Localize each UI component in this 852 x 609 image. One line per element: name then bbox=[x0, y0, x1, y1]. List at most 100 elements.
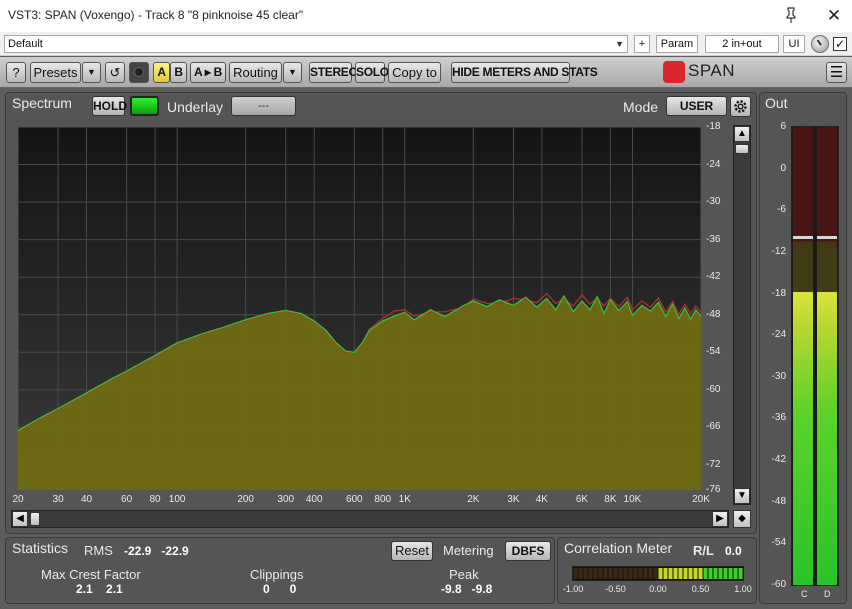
routing-dropdown-button[interactable]: ▼ bbox=[283, 62, 302, 83]
meter-scale-label: -42 bbox=[771, 454, 786, 466]
meter-channel-label: D bbox=[824, 589, 831, 599]
correlation-value: 0.0 bbox=[725, 544, 742, 558]
correlation-segment bbox=[623, 568, 628, 579]
correlation-channels: R/L bbox=[693, 543, 714, 558]
correlation-segment bbox=[678, 568, 683, 579]
x-tick-label: 4K bbox=[535, 494, 548, 505]
correlation-segment bbox=[703, 568, 708, 579]
close-window-button[interactable]: ✕ bbox=[822, 4, 846, 28]
x-tick-label: 40 bbox=[80, 494, 93, 505]
scroll-right-button[interactable]: ▶ bbox=[712, 511, 728, 527]
ab-copy-button[interactable]: A ▸ B bbox=[190, 62, 226, 83]
correlation-segment bbox=[593, 568, 598, 579]
x-tick-label: 100 bbox=[168, 494, 186, 505]
peak-label: Peak bbox=[449, 567, 479, 582]
window-title: VST3: SPAN (Voxengo) - Track 8 "8 pinkno… bbox=[8, 8, 304, 22]
x-tick-label: 800 bbox=[374, 494, 392, 505]
meter-scale-label: -30 bbox=[771, 370, 786, 382]
meter-scale-label: -48 bbox=[771, 495, 786, 507]
out-title: Out bbox=[765, 95, 788, 111]
correlation-segment bbox=[573, 568, 578, 579]
scroll-down-button[interactable]: ▼ bbox=[734, 488, 750, 504]
mode-select[interactable]: USER bbox=[666, 96, 727, 116]
correlation-title: Correlation Meter bbox=[564, 540, 673, 556]
x-tick-label: 400 bbox=[305, 494, 323, 505]
presets-button[interactable]: Presets bbox=[30, 62, 81, 83]
ab-a-button[interactable]: A bbox=[153, 62, 170, 83]
correlation-segment bbox=[653, 568, 658, 579]
y-tick-label: -36 bbox=[706, 233, 721, 245]
hold-button[interactable]: HOLD bbox=[92, 96, 127, 116]
copy-to-button[interactable]: Copy to bbox=[388, 62, 441, 83]
correlation-segment bbox=[588, 568, 593, 579]
routing-button[interactable]: Routing bbox=[229, 62, 282, 83]
correlation-segment bbox=[733, 568, 738, 579]
spectrum-settings-button[interactable] bbox=[730, 96, 751, 117]
clippings-label: Clippings bbox=[250, 567, 304, 582]
chevron-down-icon: ▼ bbox=[87, 67, 96, 77]
hide-meters-button[interactable]: HIDE METERS AND STATS bbox=[451, 62, 598, 83]
metering-select[interactable]: DBFS bbox=[505, 541, 551, 561]
scroll-left-button[interactable]: ◀ bbox=[12, 511, 28, 527]
hold-indicator[interactable] bbox=[130, 96, 159, 116]
correlation-segment bbox=[658, 568, 663, 579]
meter-peak-left bbox=[793, 235, 813, 239]
spectrum-svg bbox=[18, 127, 701, 490]
bypass-checkbox[interactable]: ✓ bbox=[833, 37, 847, 51]
meter-scale-label: -24 bbox=[771, 329, 786, 341]
x-tick-label: 6K bbox=[575, 494, 589, 505]
meter-scale-label: -12 bbox=[771, 245, 786, 257]
param-button[interactable]: Param bbox=[656, 35, 698, 53]
meter-fill-right bbox=[817, 292, 837, 585]
correlation-segment bbox=[663, 568, 668, 579]
io-routing-button[interactable]: 2 in+out bbox=[705, 35, 779, 53]
ui-button[interactable]: UI bbox=[783, 35, 805, 53]
vertical-scrollbar[interactable]: ▲ ▼ bbox=[733, 125, 751, 505]
wet-dry-knob[interactable] bbox=[811, 35, 829, 53]
host-preset-value: Default bbox=[8, 38, 43, 50]
help-button[interactable]: ? bbox=[6, 62, 26, 83]
presets-dropdown-button[interactable]: ▼ bbox=[82, 62, 101, 83]
ab-b-button[interactable]: B bbox=[170, 62, 187, 83]
spectrum-plot[interactable] bbox=[18, 127, 701, 490]
correlation-tick-label: 1.00 bbox=[734, 584, 752, 594]
menu-button[interactable]: ☰ bbox=[826, 62, 847, 83]
y-tick-label: -30 bbox=[706, 196, 721, 208]
stereo-button[interactable]: STEREO bbox=[309, 62, 358, 83]
correlation-segment bbox=[628, 568, 633, 579]
correlation-segment bbox=[713, 568, 718, 579]
arrow-up-icon: ▲ bbox=[737, 128, 747, 139]
correlation-tick-label: -0.50 bbox=[605, 584, 626, 594]
x-tick-label: 2K bbox=[467, 494, 480, 505]
correlation-tick-label: 0.00 bbox=[649, 584, 667, 594]
correlation-segment bbox=[598, 568, 603, 579]
crest-factor-label: Max Crest Factor bbox=[41, 567, 141, 582]
x-tick-label: 3K bbox=[507, 494, 520, 505]
x-tick-label: 600 bbox=[345, 494, 363, 505]
horizontal-scrollbar[interactable]: ◀ ▶ bbox=[11, 510, 729, 528]
meter-channel-left bbox=[793, 127, 813, 585]
horizontal-scroll-thumb[interactable] bbox=[30, 512, 40, 526]
correlation-segment bbox=[673, 568, 678, 579]
vertical-scroll-thumb[interactable] bbox=[735, 144, 749, 154]
scroll-up-button[interactable]: ▲ bbox=[734, 126, 750, 142]
zoom-reset-button[interactable]: ◆ bbox=[733, 510, 751, 528]
meter-channel-label: C bbox=[801, 589, 808, 599]
x-tick-label: 200 bbox=[237, 494, 254, 505]
plugin-logo-text: SPAN bbox=[688, 61, 736, 80]
arrow-left-icon: ◀ bbox=[16, 513, 24, 524]
correlation-segment bbox=[643, 568, 648, 579]
arrow-down-icon: ▼ bbox=[737, 490, 747, 501]
pin-icon[interactable] bbox=[782, 6, 800, 24]
reset-stats-button[interactable]: Reset bbox=[391, 541, 433, 561]
solo-button[interactable]: SOLO bbox=[355, 62, 389, 83]
x-tick-label: 60 bbox=[121, 494, 133, 505]
add-preset-button[interactable]: + bbox=[634, 35, 650, 53]
underlay-select[interactable]: --- bbox=[231, 96, 296, 116]
undo-button[interactable]: ↺ bbox=[105, 62, 125, 83]
y-tick-label: -66 bbox=[706, 421, 721, 433]
y-tick-label: -24 bbox=[706, 158, 721, 170]
correlation-segment bbox=[648, 568, 653, 579]
host-preset-select[interactable]: Default ▼ bbox=[4, 35, 628, 53]
redo-button[interactable] bbox=[129, 62, 149, 83]
